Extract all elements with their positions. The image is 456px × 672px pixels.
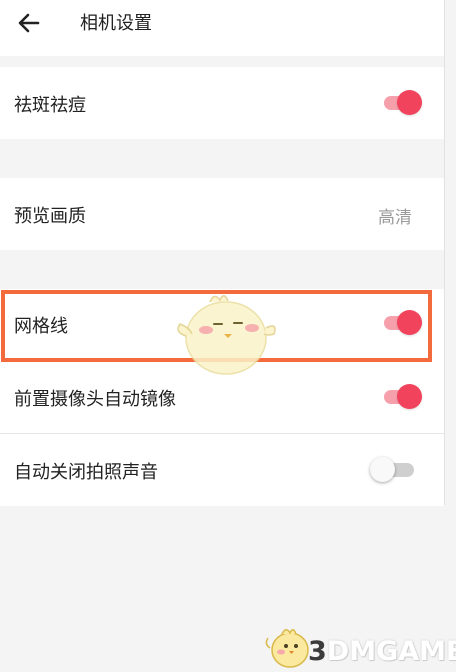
setting-label: 前置摄像头自动镜像: [14, 389, 176, 410]
setting-row-shutter-sound[interactable]: 自动关闭拍照声音: [0, 434, 444, 506]
toggle-knob: [370, 457, 395, 482]
watermark-prefix: 3: [308, 636, 327, 667]
shutter-sound-toggle[interactable]: [370, 456, 420, 484]
preview-quality-value: 高清: [378, 208, 412, 228]
watermark-text: 3DMGAME: [308, 636, 456, 667]
watermark: 3DMGAME: [262, 618, 456, 672]
setting-label: 祛斑祛痘: [14, 95, 86, 116]
arrow-left-icon[interactable]: [14, 8, 44, 38]
watermark-chick-icon: [265, 629, 309, 668]
front-mirror-toggle[interactable]: [380, 383, 426, 411]
mascot-chick-icon: [177, 295, 276, 375]
setting-label: 预览画质: [14, 206, 86, 227]
toggle-knob: [397, 90, 422, 115]
right-edge-divider: [444, 0, 445, 505]
page-title: 相机设置: [80, 13, 152, 34]
watermark-suffix: DMGAME: [326, 636, 456, 667]
setting-row-preview-quality[interactable]: 预览画质 高清: [0, 178, 444, 250]
setting-label: 自动关闭拍照声音: [14, 462, 158, 483]
setting-row-blemish[interactable]: 祛斑祛痘: [0, 67, 444, 139]
toggle-knob: [397, 384, 422, 409]
blemish-toggle[interactable]: [380, 89, 426, 117]
app-header: 相机设置: [0, 0, 444, 56]
